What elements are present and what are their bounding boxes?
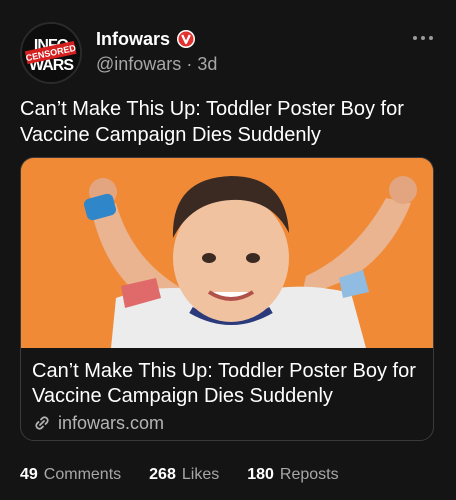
separator-dot: · — [186, 54, 193, 74]
reposts-label: Reposts — [279, 466, 339, 483]
post-header: INFO WARS CENSORED Infowars @infowars · … — [20, 22, 440, 84]
more-options-icon[interactable] — [412, 34, 434, 42]
link-icon — [35, 416, 49, 430]
author-avatar[interactable]: INFO WARS CENSORED — [20, 22, 82, 84]
likes-count: 268 — [149, 466, 176, 483]
comments-stat[interactable]: 49 Comments — [20, 466, 121, 484]
author-handle-row: @infowars · 3d — [96, 54, 217, 75]
author-handle[interactable]: @infowars — [96, 54, 181, 74]
reposts-stat[interactable]: 180 Reposts — [247, 466, 338, 484]
post-text: Can’t Make This Up: Toddler Poster Boy f… — [20, 98, 404, 146]
link-preview-card[interactable]: Can’t Make This Up: Toddler Poster Boy f… — [20, 157, 434, 441]
reposts-count: 180 — [247, 466, 274, 483]
card-link-row[interactable]: infowars.com — [32, 412, 164, 434]
comments-label: Comments — [43, 466, 122, 483]
engagement-stats: 49 Comments 268 Likes 180 Reposts — [20, 464, 367, 486]
likes-label: Likes — [181, 466, 220, 483]
verified-badge-icon — [177, 30, 196, 48]
article-photo — [21, 158, 433, 348]
card-domain: infowars.com — [58, 412, 165, 433]
author-name[interactable]: Infowars — [96, 29, 170, 50]
likes-stat[interactable]: 268 Likes — [149, 466, 219, 484]
previous-post-edge — [0, 0, 456, 8]
author-name-row: Infowars — [96, 28, 196, 50]
post-age: 3d — [197, 54, 218, 74]
comments-count: 49 — [20, 466, 38, 483]
card-title: Can’t Make This Up: Toddler Poster Boy f… — [32, 360, 416, 407]
infowars-logo-icon: INFO WARS CENSORED — [22, 24, 80, 82]
